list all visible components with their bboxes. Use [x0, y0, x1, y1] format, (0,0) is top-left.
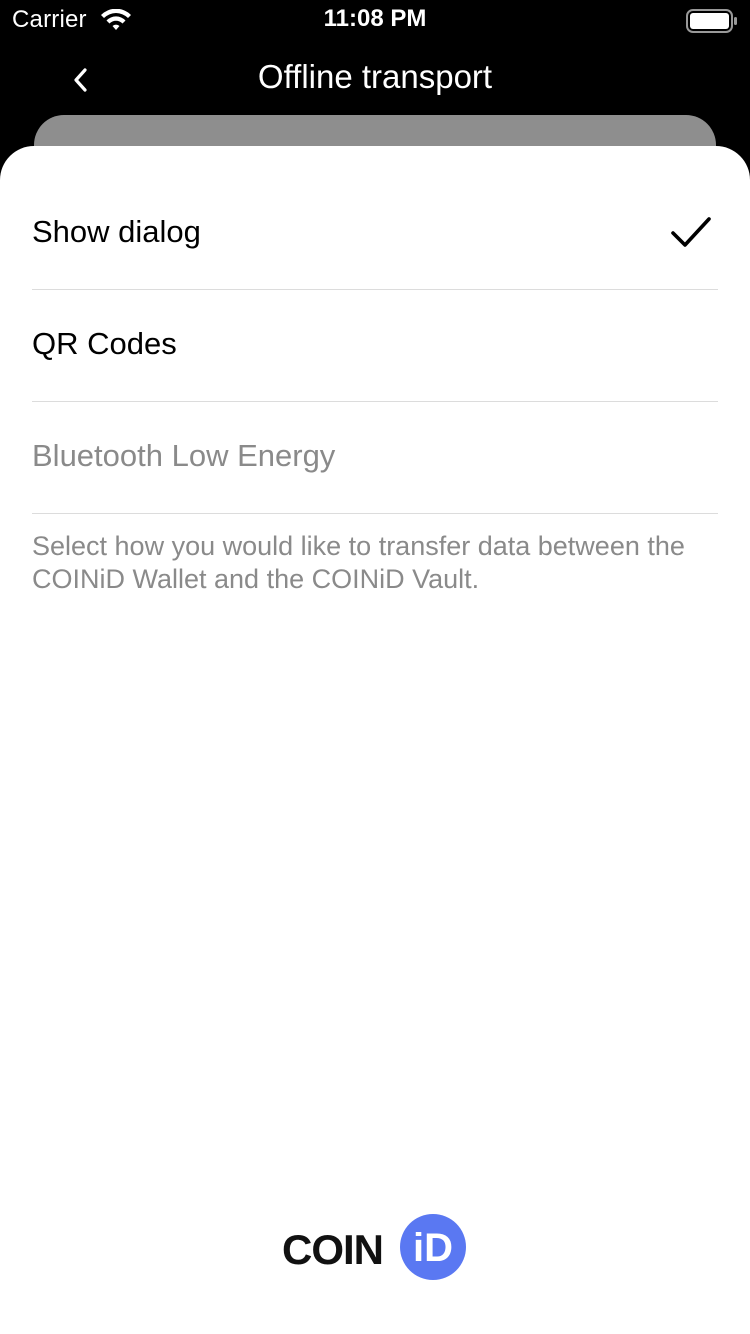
option-bluetooth-low-energy: Bluetooth Low Energy — [32, 402, 718, 514]
coinid-logo: COIN iD — [282, 1214, 472, 1282]
option-label: Show dialog — [32, 214, 201, 249]
logo-badge-text: iD — [413, 1226, 453, 1270]
status-time: 11:08 PM — [323, 5, 427, 32]
option-show-dialog[interactable]: Show dialog — [32, 178, 718, 290]
option-qr-codes[interactable]: QR Codes — [32, 290, 718, 402]
page-title: Offline transport — [257, 58, 493, 95]
status-bar: Carrier 11:08 PM — [0, 0, 750, 40]
options-sheet: Show dialog QR Codes Bluetooth Low Energ… — [0, 146, 750, 1334]
checkmark-icon — [671, 217, 711, 247]
battery-icon — [686, 9, 737, 33]
transport-option-list: Show dialog QR Codes Bluetooth Low Energ… — [32, 178, 718, 514]
option-label: Bluetooth Low Energy — [32, 438, 336, 473]
logo-text: COIN — [282, 1226, 384, 1273]
screen: Carrier 11:08 PM Offline transport Show … — [0, 0, 750, 1334]
option-label: QR Codes — [32, 326, 177, 361]
logo-badge: iD — [400, 1214, 466, 1280]
description-text: Select how you would like to transfer da… — [32, 531, 685, 594]
navigation-bar: Offline transport — [0, 40, 750, 120]
